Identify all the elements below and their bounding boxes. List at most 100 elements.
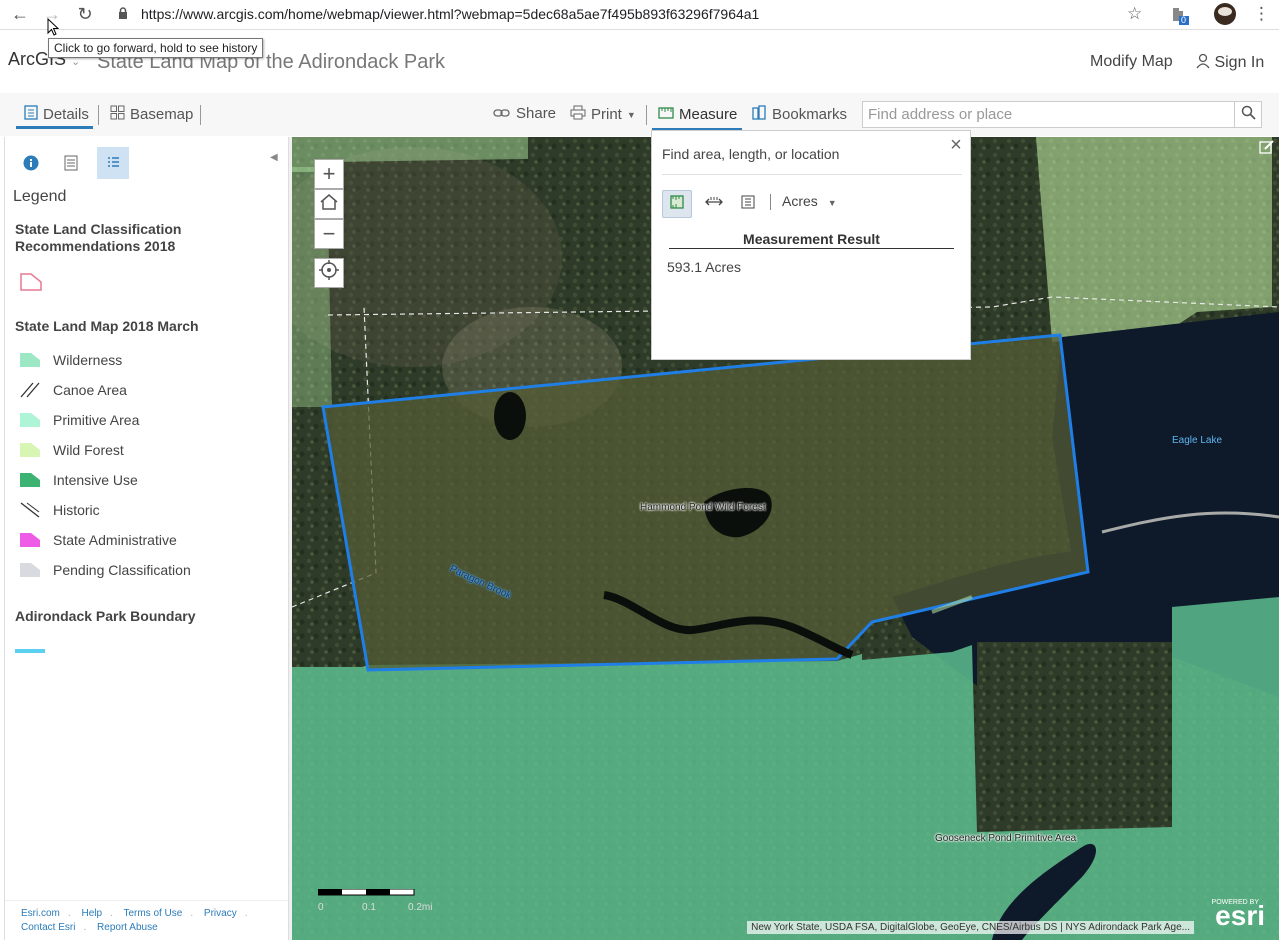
- caret-down-icon: ▼: [626, 109, 636, 120]
- legend-swatch-wild-forest: [20, 443, 40, 457]
- profile-avatar[interactable]: [1214, 3, 1236, 25]
- modify-map-button[interactable]: Modify Map: [1090, 53, 1173, 71]
- footer-link-privacy[interactable]: Privacy: [204, 908, 237, 919]
- home-button[interactable]: [314, 189, 344, 219]
- legend-title: Legend: [13, 188, 67, 205]
- legend-item: Wild Forest: [19, 438, 124, 462]
- footer-link-terms[interactable]: Terms of Use: [123, 908, 182, 919]
- search-box: [862, 101, 1262, 128]
- map-toolbar: Details Basemap Share Print ▼ Measure Bo…: [0, 93, 1279, 136]
- legend-swatch-historic: [20, 502, 40, 518]
- measurement-result-value: 593.1 Acres: [667, 259, 741, 275]
- legend-icon[interactable]: [97, 147, 129, 179]
- print-button[interactable]: Print ▼: [570, 105, 636, 124]
- bookmark-star-icon[interactable]: ☆: [1127, 4, 1142, 24]
- divider: [200, 105, 201, 125]
- user-icon: [1196, 53, 1214, 71]
- extension-icon[interactable]: 0: [1170, 4, 1190, 26]
- scale-label: 0.2mi: [408, 902, 433, 913]
- legend-label: Primitive Area: [53, 412, 140, 428]
- divider: [98, 105, 99, 125]
- sign-in-label: Sign In: [1214, 54, 1265, 71]
- divider: [646, 105, 647, 125]
- tab-details-label: Details: [43, 106, 89, 123]
- map-attribution[interactable]: New York State, USDA FSA, DigitalGlobe, …: [747, 921, 1194, 934]
- divider: [770, 194, 771, 210]
- esri-logo[interactable]: esri: [1215, 900, 1265, 932]
- more-menu-icon[interactable]: ⋮: [1253, 4, 1270, 24]
- search-button[interactable]: [1234, 102, 1261, 127]
- panel-footer: Esri.com. Help. Terms of Use. Privacy. C…: [5, 900, 289, 940]
- legend-item: Wilderness: [19, 348, 122, 372]
- search-icon: [1241, 105, 1256, 125]
- browser-toolbar: ← → ↻ https://www.arcgis.com/home/webmap…: [0, 0, 1279, 30]
- address-bar[interactable]: https://www.arcgis.com/home/webmap/viewe…: [141, 6, 759, 22]
- minus-icon: −: [322, 221, 336, 246]
- legend-item: Pending Classification: [19, 558, 191, 582]
- active-tab-indicator: [16, 126, 93, 129]
- scale-label: 0.1: [362, 902, 376, 913]
- legend-item: Canoe Area: [19, 378, 127, 402]
- divider: [662, 174, 962, 175]
- tab-basemap[interactable]: Basemap: [110, 105, 193, 124]
- sign-in-button[interactable]: Sign In: [1196, 53, 1264, 72]
- details-icon: [24, 105, 38, 124]
- legend-item: Historic: [19, 498, 100, 522]
- unit-select[interactable]: Acres ▼: [782, 193, 837, 209]
- measure-hint: Find area, length, or location: [662, 146, 840, 162]
- tab-details[interactable]: Details: [24, 105, 89, 124]
- legend-swatch-pending-classification: [20, 563, 40, 577]
- share-label: Share: [516, 105, 557, 122]
- back-icon[interactable]: ←: [9, 3, 31, 25]
- label-hammond-pond: Hammond Pond Wild Forest: [640, 502, 766, 513]
- footer-link-contact[interactable]: Contact Esri: [21, 922, 75, 933]
- label-eagle-lake: Eagle Lake: [1172, 435, 1223, 446]
- location-tool-button[interactable]: [733, 190, 763, 218]
- legend-item: Intensive Use: [19, 468, 138, 492]
- content-icon[interactable]: [55, 147, 87, 179]
- tooltip: Click to go forward, hold to see history: [48, 38, 264, 58]
- about-icon[interactable]: [15, 147, 47, 179]
- printer-icon: [570, 105, 586, 124]
- link-icon: [493, 105, 511, 122]
- measure-panel: Find area, length, or location × Acres ▼…: [651, 130, 971, 360]
- location-icon: [740, 194, 756, 215]
- share-button[interactable]: Share: [493, 105, 556, 122]
- zoom-in-button[interactable]: +: [314, 159, 344, 189]
- scale-label: 0: [318, 902, 324, 913]
- legend-swatch-canoe-area: [20, 382, 40, 398]
- footer-link-report[interactable]: Report Abuse: [97, 922, 158, 933]
- edit-map-icon[interactable]: [1259, 139, 1275, 155]
- area-tool-button[interactable]: [662, 190, 692, 218]
- boundary-line-swatch: [15, 649, 45, 653]
- footer-link-help[interactable]: Help: [81, 908, 102, 919]
- layer-title-park-boundary: Adirondack Park Boundary: [15, 608, 196, 624]
- legend-item: State Administrative: [19, 528, 177, 552]
- measure-label: Measure: [679, 106, 738, 123]
- legend-item: Primitive Area: [19, 408, 139, 432]
- close-icon[interactable]: ×: [947, 135, 965, 155]
- tab-basemap-label: Basemap: [130, 106, 194, 123]
- measure-icon: [658, 105, 674, 124]
- distance-icon: [705, 195, 723, 214]
- search-input[interactable]: [863, 102, 1235, 127]
- layer-title-state-land-map: State Land Map 2018 March: [15, 318, 199, 334]
- legend-label: Canoe Area: [53, 382, 127, 398]
- layer-title-recommendations: State Land Classification Recommendation…: [15, 221, 182, 254]
- extension-badge: 0: [1181, 15, 1187, 25]
- legend-label: State Administrative: [53, 532, 177, 548]
- distance-tool-button[interactable]: [699, 190, 729, 218]
- footer-link-esri[interactable]: Esri.com: [21, 908, 60, 919]
- legend-swatch-primitive-area: [20, 413, 40, 427]
- scale-bar: 0 0.1 0.2mi: [317, 884, 432, 914]
- legend-swatch-intensive-use: [20, 473, 40, 487]
- locate-button[interactable]: [314, 258, 344, 288]
- collapse-panel-icon[interactable]: ◀: [270, 152, 278, 163]
- reload-icon[interactable]: ↻: [74, 3, 96, 25]
- plus-icon: +: [322, 161, 336, 186]
- legend-swatch-state-administrative: [20, 533, 40, 547]
- area-icon: [668, 193, 686, 216]
- zoom-out-button[interactable]: −: [314, 219, 344, 249]
- bookmarks-button[interactable]: Bookmarks: [752, 105, 847, 124]
- measure-button[interactable]: Measure: [658, 105, 737, 124]
